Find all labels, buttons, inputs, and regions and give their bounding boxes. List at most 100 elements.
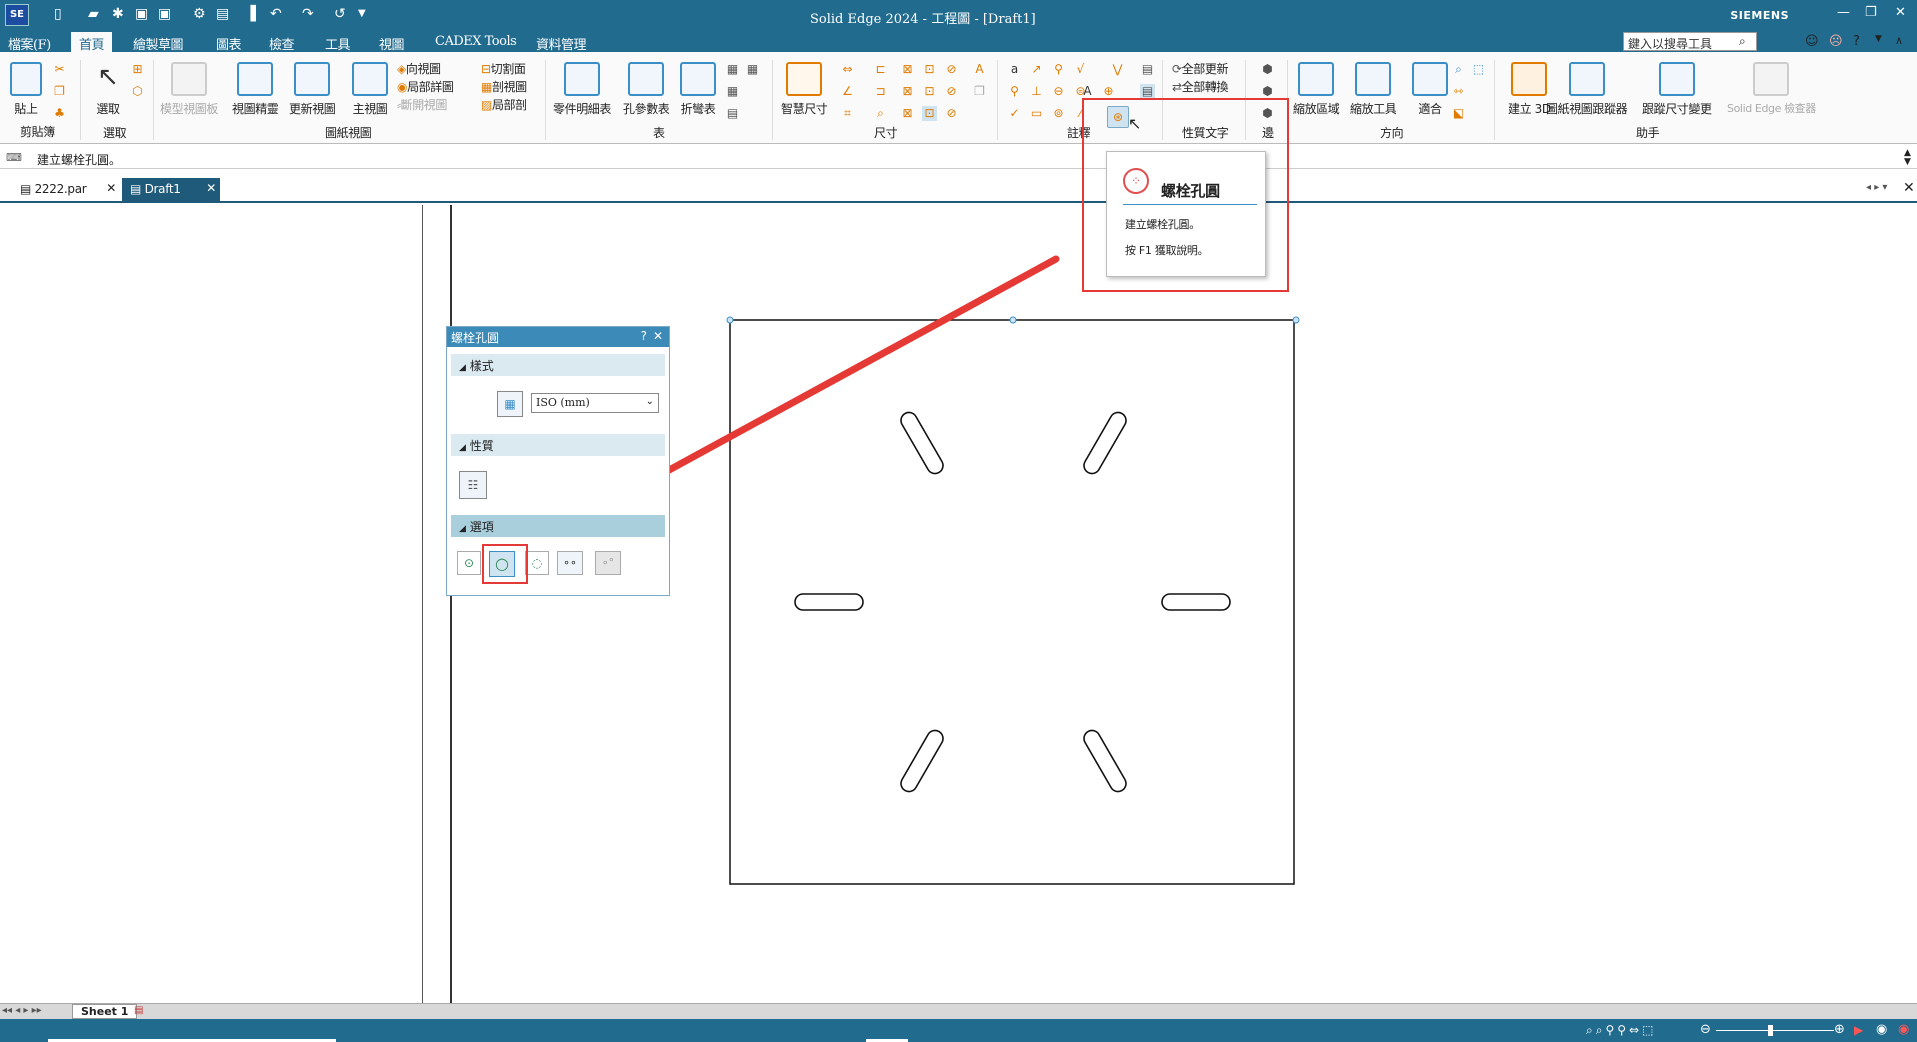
dim-style-i-icon[interactable]: ⊘ — [944, 106, 959, 121]
format-painter-icon[interactable]: ♣ — [52, 106, 67, 121]
partial-circle-icon[interactable]: ◌ — [525, 551, 549, 575]
prompt-scroll-icon[interactable]: ▲ ▼ — [1904, 149, 1911, 167]
ribbon-toggle-icon[interactable]: ∧ — [1895, 34, 1903, 47]
close-all-icon[interactable]: ✕ — [1903, 180, 1915, 196]
detail-view-button[interactable]: ◉局部詳圖 — [397, 78, 454, 95]
angle-between-icon[interactable]: ∠ — [840, 84, 855, 99]
zoom-area-button[interactable]: 縮放區域 — [1293, 62, 1340, 117]
tab-nav-arrows-icon[interactable]: ◂ ▸ ▾ — [1866, 182, 1887, 193]
balloon-icon[interactable]: ⚲ — [1051, 62, 1066, 77]
dim-style-b-icon[interactable]: ⊠ — [900, 84, 915, 99]
section-options[interactable]: ◢ 選項 — [451, 515, 665, 537]
update-views-button[interactable]: 更新視圖 — [289, 62, 336, 117]
edge-hide-icon[interactable]: ⬢ — [1260, 84, 1275, 99]
dim-style-e-icon[interactable]: ⊡ — [922, 84, 937, 99]
dim-style-h-icon[interactable]: ⊘ — [944, 84, 959, 99]
hole-points-icon[interactable]: ∘∘ — [557, 551, 583, 575]
distance-between-icon[interactable]: ⇔ — [840, 62, 855, 77]
previous-view-icon[interactable]: ⇿ — [1451, 84, 1466, 99]
cutting-plane-button[interactable]: ⊟切割面 — [481, 60, 526, 77]
section-properties[interactable]: ◢ 性質 — [451, 434, 665, 456]
block-label-icon[interactable]: ⊕ — [1101, 84, 1116, 99]
annotation-table-icon[interactable]: ▤ — [1140, 62, 1155, 77]
connector-icon[interactable]: ⋁ — [1110, 62, 1125, 77]
style-table-icon[interactable]: ▦ — [497, 391, 523, 417]
cross-hatch-icon[interactable]: ▭ — [1029, 106, 1044, 121]
zoom-in-status-icon[interactable]: ⊕ — [1834, 1022, 1845, 1037]
drawing-canvas[interactable] — [0, 205, 1917, 1003]
feature-control-icon[interactable]: ⊖ — [1051, 84, 1066, 99]
coordinate-dim-icon[interactable]: ⌗ — [840, 106, 855, 121]
zoom-slider-track[interactable] — [1716, 1030, 1834, 1031]
redo-icon[interactable]: ↷ — [302, 5, 314, 23]
pan-icon[interactable]: ⬚ — [1471, 62, 1486, 77]
parts-list-button[interactable]: 零件明細表 — [553, 62, 611, 117]
center-mark-icon[interactable]: ⊚ — [1051, 106, 1066, 121]
save-icon[interactable]: ▣ — [135, 5, 148, 23]
tab-cadex[interactable]: CADEX Tools — [435, 34, 517, 49]
tab-data-management[interactable]: 資料管理 — [536, 34, 587, 53]
inspector-button[interactable]: Solid Edge 檢查器 — [1727, 62, 1816, 116]
create-3d-button[interactable]: 建立 3D — [1508, 62, 1551, 117]
undo-icon[interactable]: ↶ — [270, 5, 282, 23]
customize-chevron-icon[interactable]: ▼ — [358, 5, 366, 23]
restore-icon[interactable]: ❐ — [1865, 5, 1877, 20]
dim-style-f-icon[interactable]: ⊡ — [922, 106, 937, 121]
new-file-icon[interactable]: ▯ — [54, 5, 62, 23]
help-chevron-icon[interactable]: ▼ — [1875, 34, 1882, 44]
smart-dimension-button[interactable]: 智慧尺寸 — [781, 62, 828, 117]
help-icon[interactable]: ? — [1853, 34, 1860, 49]
update-all-button[interactable]: ⟳全部更新 — [1172, 60, 1228, 77]
section-view-button[interactable]: ▦剖視圖 — [481, 78, 527, 95]
tab-sketch[interactable]: 繪製草圖 — [133, 34, 184, 53]
close-icon[interactable]: ✕ — [1895, 5, 1906, 20]
edge-display-icon[interactable]: ⬢ — [1260, 62, 1275, 77]
minimize-icon[interactable]: — — [1837, 5, 1850, 20]
zoom-out-icon[interactable]: ⊖ — [1700, 1022, 1711, 1037]
record-icon[interactable]: ◉ — [1876, 1022, 1887, 1037]
symmetric-dim-icon[interactable]: ⊏ — [873, 62, 888, 77]
dim-style-c-icon[interactable]: ⊠ — [900, 106, 915, 121]
principal-view-button[interactable]: 主視圖 — [352, 62, 388, 117]
zoom-slider-thumb[interactable] — [1768, 1025, 1773, 1036]
split-icon[interactable]: ▐ — [245, 5, 256, 23]
tab-view[interactable]: 視圖 — [379, 34, 405, 53]
text-icon[interactable]: A — [1080, 84, 1095, 99]
smile-icon[interactable]: ☺ — [1805, 34, 1819, 49]
settings-icon[interactable]: ⚙ — [193, 5, 206, 23]
sheet-fit-icon[interactable]: ⬕ — [1451, 106, 1466, 121]
close-tab-icon[interactable]: ✕ — [206, 181, 216, 195]
stop-icon[interactable]: ◉ — [1898, 1022, 1909, 1037]
tab-diagram[interactable]: 圖表 — [216, 34, 242, 53]
edge-condition-icon[interactable]: ⊥ — [1029, 84, 1044, 99]
zoom-tool-button[interactable]: 縮放工具 — [1350, 62, 1397, 117]
repeat-icon[interactable]: ↺ — [334, 5, 346, 23]
chamfer-dim-icon[interactable]: ⌕ — [873, 106, 888, 121]
zoom-in-icon[interactable]: ⌕ — [1451, 62, 1466, 77]
search-input[interactable]: 鍵入以搜尋工具 — [1623, 32, 1757, 51]
dim-copy-icon[interactable]: ❐ — [972, 84, 987, 99]
dim-style-d-icon[interactable]: ⊡ — [922, 62, 937, 77]
weld-icon[interactable]: ⚲ — [1007, 84, 1022, 99]
hole-table-button[interactable]: 孔參數表 — [623, 62, 670, 117]
panel-close-icon[interactable]: ✕ — [653, 329, 663, 343]
app-icon[interactable]: SE — [5, 4, 29, 26]
pattern-holes-icon[interactable]: ∘° — [595, 551, 621, 575]
callout-icon[interactable]: a — [1007, 62, 1022, 77]
paste-button[interactable]: 貼上 — [10, 62, 42, 117]
style-select[interactable]: ISO (mm) ⌄ — [531, 393, 659, 413]
close-tab-icon[interactable]: ✕ — [106, 181, 116, 195]
properties-icon[interactable]: ☷ — [459, 471, 487, 499]
text-dim-icon[interactable]: A — [972, 62, 987, 77]
cut-icon[interactable]: ✂ — [52, 62, 67, 77]
select-box-icon[interactable]: ⊞ — [130, 62, 145, 77]
panel-help-icon[interactable]: ? — [641, 329, 647, 343]
add-sheet-icon[interactable]: ▤ — [134, 1005, 143, 1016]
datum-target-icon[interactable]: ✓ — [1007, 106, 1022, 121]
broken-view-button[interactable]: ⸗斷開視圖 — [397, 96, 447, 113]
bend-table-button[interactable]: 折彎表 — [680, 62, 716, 117]
tab-home[interactable]: 首頁 — [71, 32, 113, 53]
doc-tab-2222[interactable]: ▤ 2222.par ✕ — [12, 178, 120, 202]
doc-tab-draft1[interactable]: ▤ Draft1 ✕ — [122, 178, 220, 202]
model-view-button[interactable]: 模型視圖板 — [160, 62, 218, 117]
